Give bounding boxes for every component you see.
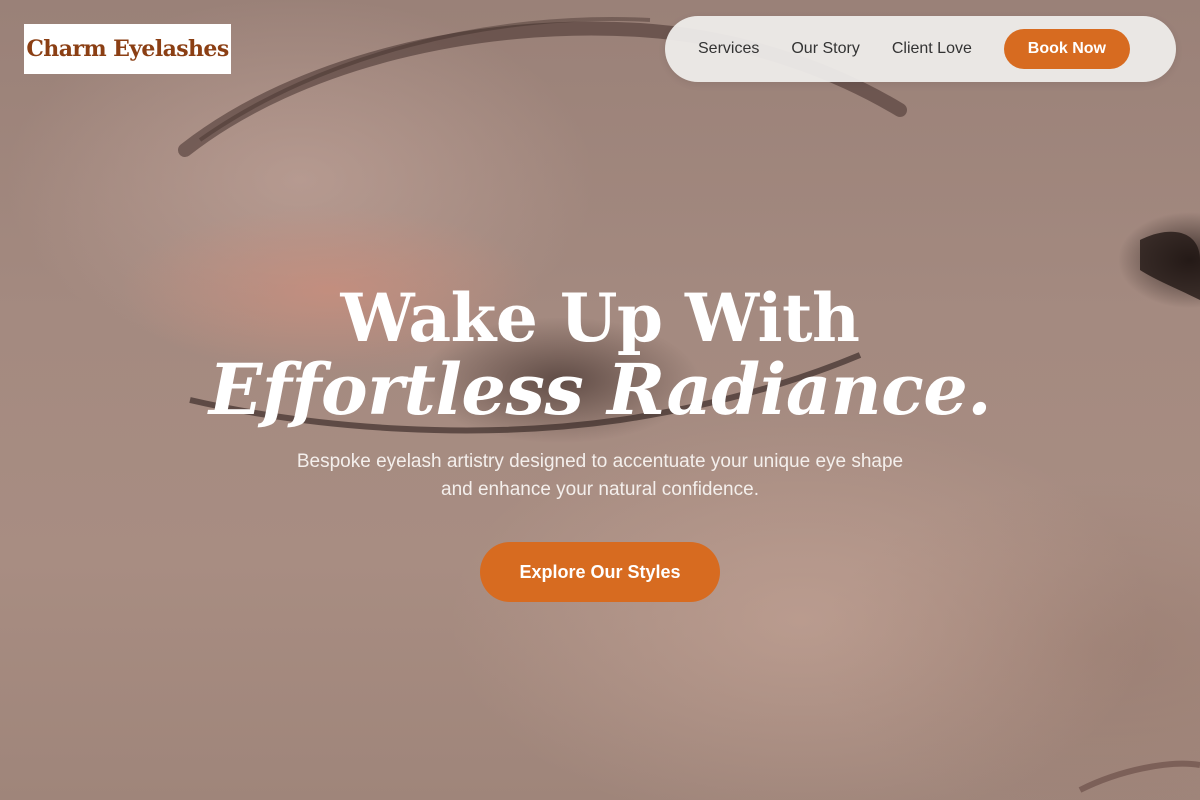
nav-link-our-story[interactable]: Our Story — [791, 40, 859, 58]
nav-link-client-love[interactable]: Client Love — [892, 40, 972, 58]
logo[interactable]: Charm Eyelashes — [24, 24, 231, 74]
hero-subtext: Bespoke eyelash artistry designed to acc… — [296, 451, 904, 500]
book-now-button[interactable]: Book Now — [1003, 29, 1130, 69]
nav-link-services[interactable]: Services — [698, 40, 759, 58]
hero-headline-line2: Effortless Radiance. — [208, 348, 992, 431]
logo-text: Charm Eyelashes — [26, 36, 229, 62]
main-navigation: Services Our Story Client Love Book Now — [665, 16, 1176, 82]
explore-styles-button[interactable]: Explore Our Styles — [480, 542, 720, 602]
hero-headline-line1: Wake Up With — [340, 279, 860, 357]
